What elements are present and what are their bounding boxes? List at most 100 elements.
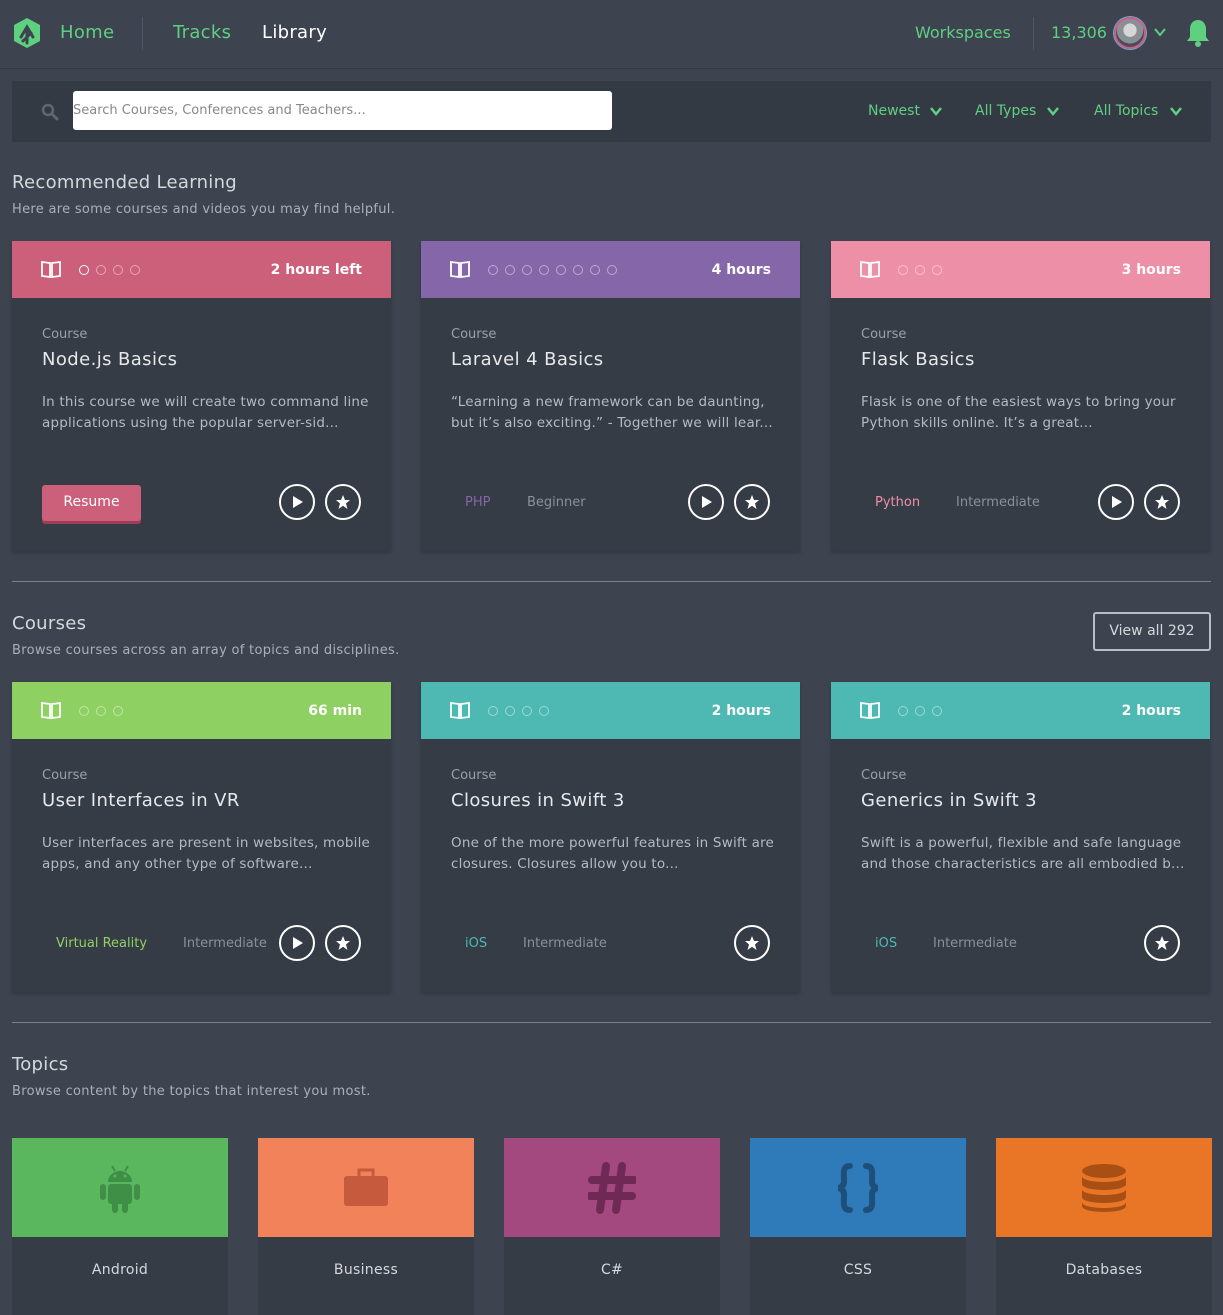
card-title[interactable]: Laravel 4 Basics	[451, 349, 604, 370]
card-header: 2 hours	[831, 682, 1210, 739]
card-header: 2 hours	[421, 682, 800, 739]
filter-topics-label: All Topics	[1094, 103, 1159, 119]
chevron-down-icon	[930, 107, 942, 116]
card-description: Swift is a powerful, flexible and safe l…	[861, 835, 1185, 872]
card-title[interactable]: Flask Basics	[861, 349, 975, 370]
bookmark-star-button[interactable]	[1144, 484, 1180, 520]
card-description: “Learning a new framework can be dauntin…	[451, 394, 773, 431]
filter-newest-label: Newest	[868, 103, 920, 119]
filter-newest-dropdown[interactable]: Newest	[868, 103, 948, 119]
course-card[interactable]: 66 min Course User Interfaces in VR User…	[12, 682, 391, 992]
play-button[interactable]	[279, 484, 315, 520]
card-description: User interfaces are present in websites,…	[42, 835, 371, 872]
play-button[interactable]	[1098, 484, 1134, 520]
play-button[interactable]	[279, 925, 315, 961]
topic-tile-android[interactable]: Android	[12, 1138, 228, 1315]
section-subtitle: Browse content by the topics that intere…	[12, 1084, 371, 1099]
progress-dot	[488, 265, 498, 275]
topic-label: Business	[333, 1262, 399, 1278]
nav-tracks-link[interactable]: Tracks	[173, 22, 231, 43]
bookmark-star-button[interactable]	[734, 484, 770, 520]
progress-dot	[898, 706, 908, 716]
progress-dot	[113, 706, 123, 716]
avatar[interactable]	[1114, 17, 1146, 49]
nav-home-link[interactable]: Home	[60, 22, 114, 43]
progress-dot	[573, 265, 583, 275]
topic-tile-business[interactable]: Business	[258, 1138, 474, 1315]
card-duration: 66 min	[308, 703, 362, 719]
play-icon	[702, 496, 712, 508]
course-card[interactable]: 3 hours Course Flask Basics Flask is one…	[831, 241, 1210, 551]
card-type: Course	[451, 768, 497, 783]
progress-dot	[898, 265, 908, 275]
topic-tag[interactable]: iOS	[465, 936, 487, 951]
bell-icon[interactable]	[1185, 18, 1211, 48]
section-divider	[12, 581, 1211, 582]
section-subtitle: Browse courses across an array of topics…	[12, 643, 400, 658]
play-icon	[1112, 496, 1122, 508]
android-icon	[100, 1165, 140, 1213]
topic-tag[interactable]: Virtual Reality	[56, 936, 147, 951]
topic-tag[interactable]: iOS	[875, 936, 897, 951]
card-type: Course	[42, 768, 88, 783]
bookmark-star-button[interactable]	[325, 925, 361, 961]
play-button[interactable]	[688, 484, 724, 520]
book-icon	[860, 701, 880, 719]
bookmark-star-button[interactable]	[734, 925, 770, 961]
view-all-button[interactable]: View all 292	[1093, 612, 1211, 651]
points-count[interactable]: 13,306	[1051, 23, 1107, 42]
filter-topics-dropdown[interactable]: All Topics	[1094, 103, 1194, 119]
card-duration: 2 hours	[711, 703, 771, 719]
progress-dot	[96, 706, 106, 716]
nav-divider	[142, 17, 143, 50]
topic-label: Databases	[1065, 1262, 1143, 1278]
card-type: Course	[42, 327, 88, 342]
bookmark-star-button[interactable]	[1144, 925, 1180, 961]
curly-braces-icon	[837, 1163, 879, 1213]
card-type: Course	[861, 768, 907, 783]
chevron-down-icon[interactable]	[1153, 25, 1167, 39]
course-card[interactable]: 2 hours Course Closures in Swift 3 One o…	[421, 682, 800, 992]
nav-workspaces-link[interactable]: Workspaces	[915, 23, 1011, 42]
level-label: Intermediate	[956, 495, 1040, 510]
topic-tile-css[interactable]: CSS	[750, 1138, 966, 1315]
progress-dot	[915, 265, 925, 275]
search-bar: Newest All Types All Topics	[12, 81, 1211, 142]
topic-tag[interactable]: Python	[875, 495, 920, 510]
course-card[interactable]: 4 hours Course Laravel 4 Basics “Learnin…	[421, 241, 800, 551]
bookmark-star-button[interactable]	[325, 484, 361, 520]
treehouse-logo-icon[interactable]	[11, 17, 43, 49]
topic-tile-csharp[interactable]: C#	[504, 1138, 720, 1315]
search-input[interactable]	[73, 91, 612, 130]
filter-types-dropdown[interactable]: All Types	[975, 103, 1070, 119]
progress-dot	[488, 706, 498, 716]
topic-tile-databases[interactable]: Databases	[996, 1138, 1212, 1315]
card-title[interactable]: Closures in Swift 3	[451, 790, 625, 811]
card-description: In this course we will create two comman…	[42, 394, 369, 431]
topic-tile-header	[12, 1138, 228, 1237]
star-icon	[745, 495, 759, 509]
level-label: Intermediate	[183, 936, 267, 951]
card-header: 3 hours	[831, 241, 1210, 298]
level-label: Intermediate	[933, 936, 1017, 951]
progress-dots	[79, 706, 123, 716]
progress-dots	[488, 706, 549, 716]
topic-tag[interactable]: PHP	[465, 495, 490, 510]
progress-dot	[113, 265, 123, 275]
course-card[interactable]: 2 hours left Course Node.js Basics In th…	[12, 241, 391, 551]
progress-dot	[932, 706, 942, 716]
book-icon	[41, 701, 61, 719]
progress-dot	[556, 265, 566, 275]
book-icon	[41, 260, 61, 278]
progress-dot	[522, 706, 532, 716]
filter-types-label: All Types	[975, 103, 1037, 119]
card-title[interactable]: User Interfaces in VR	[42, 790, 240, 811]
nav-library-link[interactable]: Library	[262, 22, 327, 43]
card-title[interactable]: Node.js Basics	[42, 349, 177, 370]
card-header: 4 hours	[421, 241, 800, 298]
course-card[interactable]: 2 hours Course Generics in Swift 3 Swift…	[831, 682, 1210, 992]
star-icon	[336, 495, 350, 509]
card-title[interactable]: Generics in Swift 3	[861, 790, 1037, 811]
resume-button[interactable]: Resume	[42, 485, 141, 521]
card-description: One of the more powerful features in Swi…	[451, 835, 775, 872]
